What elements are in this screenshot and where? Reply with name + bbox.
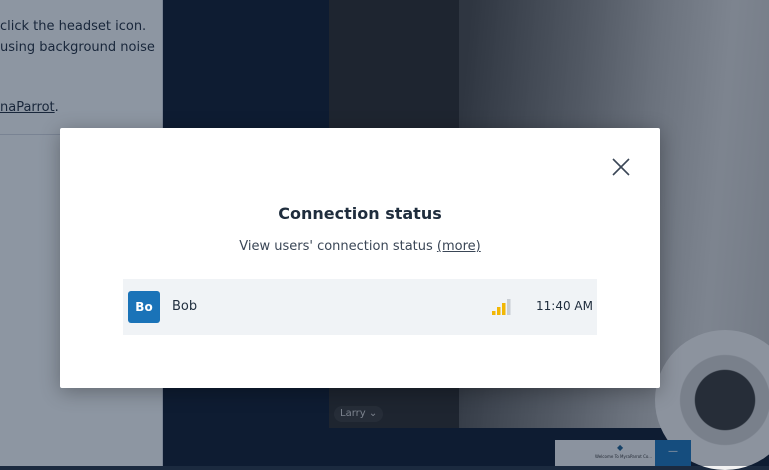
signal-bar [502,303,506,315]
more-link[interactable]: (more) [437,239,481,254]
signal-strength-icon [492,299,511,315]
close-button[interactable] [610,156,632,178]
connection-status-dialog: Connection status View users' connection… [60,128,660,388]
signal-bar [497,307,501,315]
user-name: Bob [172,299,198,314]
signal-bar [507,299,511,315]
signal-bar [492,311,496,315]
subtitle-text: View users' connection status [239,239,433,254]
avatar: Bo [128,291,160,323]
connection-time: 11:40 AM [536,299,593,313]
user-status-row: Bo Bob 11:40 AM [123,279,597,335]
dialog-subtitle: View users' connection status (more) [60,239,660,254]
close-icon [612,158,630,176]
dialog-title: Connection status [278,204,442,223]
